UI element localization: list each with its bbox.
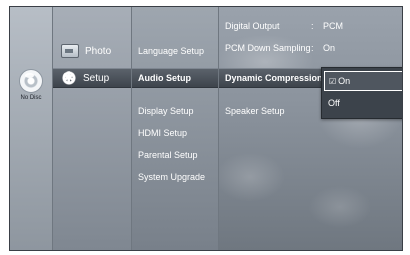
setup-screen: No Disc Photo Setup Language Setup Audio…: [9, 6, 403, 251]
option-label: Dynamic Compression: [225, 73, 321, 83]
option-value: On: [323, 43, 336, 53]
sub-item-system-upgrade[interactable]: System Upgrade: [132, 167, 218, 187]
checkbox-icon: ☑: [329, 76, 337, 86]
main-item-photo[interactable]: Photo: [53, 41, 131, 61]
disc-icon: [19, 69, 43, 93]
main-menu: Photo Setup: [53, 7, 132, 250]
dropdown-option-on[interactable]: ☑ On: [324, 71, 402, 91]
dropdown-option-label: On: [338, 76, 351, 86]
option-label: PCM Down Sampling: [225, 43, 311, 53]
dropdown-option-off[interactable]: Off: [324, 93, 402, 113]
sub-item-language-setup[interactable]: Language Setup: [132, 41, 218, 61]
sub-item-hdmi-setup[interactable]: HDMI Setup: [132, 123, 218, 143]
option-label: Speaker Setup: [225, 106, 285, 116]
dynamic-compression-dropdown: ☑ On Off: [321, 67, 402, 119]
dropdown-option-label: Off: [328, 98, 340, 108]
gear-icon: [61, 68, 77, 87]
option-separator: :: [311, 43, 314, 53]
option-separator: :: [311, 21, 314, 31]
photo-icon: [61, 44, 79, 58]
option-pcm-down-sampling[interactable]: PCM Down Sampling : On: [219, 38, 402, 58]
option-value: PCM: [323, 21, 343, 31]
disc-panel: No Disc: [10, 7, 53, 250]
audio-options-panel: Digital Output : PCM PCM Down Sampling :…: [219, 7, 402, 250]
sub-item-display-setup[interactable]: Display Setup: [132, 101, 218, 121]
sub-item-parental-setup[interactable]: Parental Setup: [132, 145, 218, 165]
sub-item-audio-setup[interactable]: Audio Setup: [132, 68, 218, 88]
disc-status: No Disc: [16, 69, 46, 101]
main-item-label: Photo: [85, 45, 112, 57]
option-digital-output[interactable]: Digital Output : PCM: [219, 16, 402, 36]
main-item-setup[interactable]: Setup: [53, 68, 131, 88]
main-item-label: Setup: [83, 72, 110, 84]
disc-label: No Disc: [20, 95, 42, 101]
option-label: Digital Output: [225, 21, 280, 31]
setup-submenu: Language Setup Audio Setup Display Setup…: [132, 7, 219, 250]
